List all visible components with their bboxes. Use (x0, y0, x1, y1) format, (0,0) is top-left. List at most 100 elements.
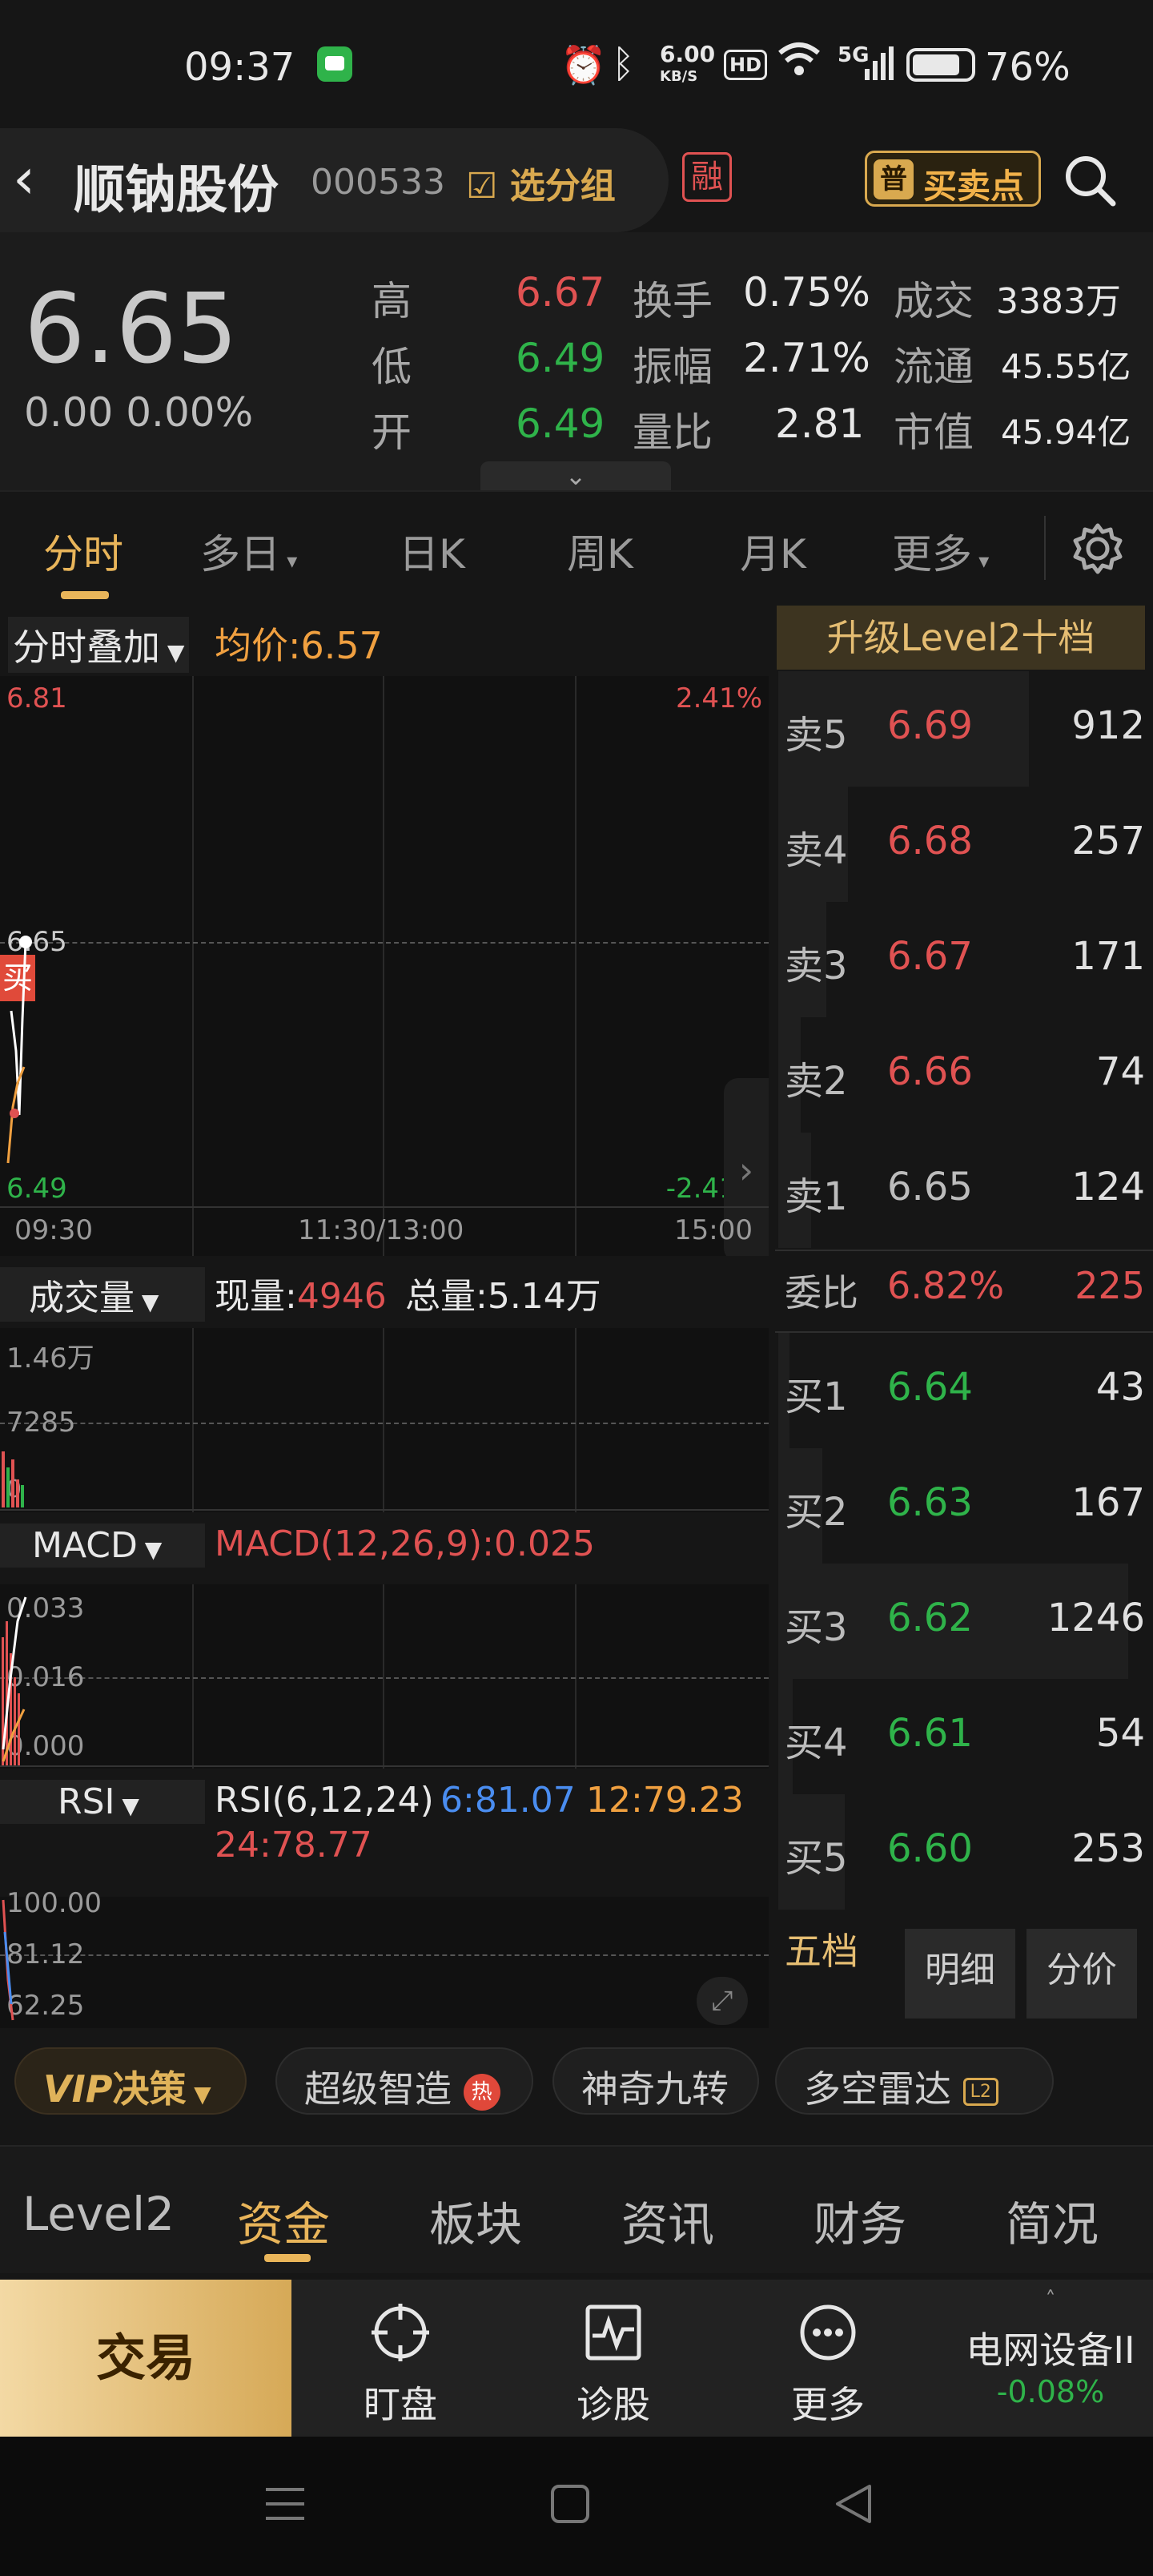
bid-volume: 1246 (1047, 1596, 1145, 1640)
diagnose-button[interactable]: 诊股 (509, 2280, 717, 2437)
bid-row[interactable]: 买5 6.60 253 (775, 1794, 1153, 1910)
rsi-lines (2, 1899, 14, 2021)
volume-indicator-selector[interactable]: 成交量 ▼ (0, 1267, 205, 1322)
bid-volume: 167 (1071, 1480, 1145, 1525)
fullscreen-icon[interactable]: ⤢ (697, 1977, 748, 2025)
home-icon[interactable] (549, 2483, 591, 2528)
buysell-point-button[interactable]: 普 买卖点 (865, 151, 1041, 207)
volume-ratio-label: 量比 (633, 409, 713, 456)
sector-change: -0.08% (996, 2374, 1105, 2409)
overlay-selector[interactable]: 分时叠加 ▼ (8, 617, 190, 673)
sector-name: 电网设备II (966, 2328, 1135, 2372)
rsi-indicator-selector[interactable]: RSI ▼ (0, 1780, 205, 1824)
commission-ratio-pct: 6.82% (887, 1264, 1005, 1307)
vip-decision-button[interactable]: VIP决策 ▼ (14, 2047, 247, 2115)
ask-level-label: 卖5 (785, 713, 848, 758)
select-group-button[interactable]: ☑ 选分组 (466, 157, 616, 208)
message-app-icon (317, 46, 352, 82)
ask-row[interactable]: 卖4 6.68 257 (775, 787, 1153, 902)
expand-chevron-icon[interactable]: ⌄ (480, 461, 671, 490)
tab-weekly-k[interactable]: 周K (567, 522, 633, 580)
commission-ratio-label: 委比 (785, 1271, 858, 1314)
current-volume: 现量:4946 (215, 1276, 387, 1317)
search-icon[interactable] (1062, 152, 1118, 211)
long-short-radar-chip[interactable]: 多空雷达 L2 (775, 2047, 1054, 2115)
total-volume: 总量:5.14万 (405, 1276, 601, 1317)
bid-row[interactable]: 买4 6.61 54 (775, 1679, 1153, 1794)
tab-price-distribution[interactable]: 分价 (1026, 1929, 1137, 2019)
battery-level: 76% (985, 45, 1071, 90)
back-nav-icon[interactable] (833, 2483, 874, 2528)
volume-y-top: 1.46万 (6, 1342, 94, 1375)
more-button[interactable]: 更多 (724, 2280, 932, 2437)
back-icon[interactable]: ‹ (13, 146, 35, 211)
float-value: 45.55亿 (1001, 347, 1131, 386)
bid-row[interactable]: 买1 6.64 43 (775, 1333, 1153, 1448)
stock-code: 000533 (311, 162, 445, 203)
ask-level-label: 卖3 (785, 944, 848, 988)
price-change: 0.00 0.00% (24, 389, 254, 436)
volume-ratio-value: 2.81 (775, 400, 865, 447)
ask-row[interactable]: 卖3 6.67 171 (775, 902, 1153, 1017)
tab-intraday[interactable]: 分时 (43, 522, 123, 580)
ask-row[interactable]: 卖1 6.65 124 (775, 1133, 1153, 1248)
hd-badge: HD (724, 50, 768, 80)
high-value: 6.67 (516, 269, 605, 316)
tab-five-level[interactable]: 五档 (785, 1922, 858, 1975)
tab-news[interactable]: 资讯 (621, 2187, 714, 2254)
ask-row[interactable]: 卖2 6.66 74 (775, 1017, 1153, 1133)
tab-monthly-k[interactable]: 月K (740, 522, 806, 580)
bid-rows: 买1 6.64 43 买2 6.63 167 买3 6.62 1246 买4 6.61 54 买5 6.6… (775, 1333, 1153, 1910)
ask-price: 6.65 (887, 1165, 973, 1210)
feature-chips: VIP决策 ▼ 超级智造 热 神奇九转 多空雷达 L2 (0, 2028, 1153, 2145)
ask-price: 6.69 (887, 703, 973, 748)
super-manufacturing-chip[interactable]: 超级智造 热 (275, 2047, 533, 2115)
tab-detail[interactable]: 明细 (905, 1929, 1015, 2019)
watch-button[interactable]: 盯盘 (296, 2280, 504, 2437)
bid-row[interactable]: 买2 6.63 167 (775, 1448, 1153, 1564)
tab-daily-k[interactable]: 日K (399, 522, 465, 580)
amplitude-value: 2.71% (743, 335, 870, 381)
sector-quote-button[interactable]: ˄ 电网设备II -0.08% (948, 2280, 1153, 2437)
bid-level-label: 买1 (785, 1375, 848, 1419)
bid-level-label: 买3 (785, 1605, 848, 1650)
settings-gear-icon[interactable] (1070, 521, 1126, 580)
deal-value: 3383万 (996, 281, 1121, 322)
macd-indicator-selector[interactable]: MACD ▼ (0, 1523, 205, 1568)
bid-price: 6.61 (887, 1711, 973, 1756)
ask-rows: 卖5 6.69 912 卖4 6.68 257 卖3 6.67 171 卖2 6.66 74 卖1 6.6… (775, 671, 1153, 1248)
low-value: 6.49 (516, 335, 605, 381)
bid-row[interactable]: 买3 6.62 1246 (775, 1564, 1153, 1679)
margin-trading-badge[interactable]: 融 (682, 152, 732, 202)
tab-sector[interactable]: 板块 (429, 2187, 522, 2254)
bid-volume: 253 (1071, 1826, 1145, 1871)
chevron-up-icon: ˄ (1045, 2288, 1056, 2312)
trade-button[interactable]: 交易 (0, 2280, 291, 2437)
tab-overview[interactable]: 简况 (1006, 2187, 1099, 2254)
bid-price: 6.60 (887, 1826, 973, 1871)
magic-nine-turns-chip[interactable]: 神奇九转 (552, 2047, 759, 2115)
wifi-icon (777, 40, 822, 89)
alarm-icon: ⏰ (560, 43, 607, 87)
menu-icon[interactable] (264, 2483, 306, 2528)
turnover-value: 0.75% (743, 269, 870, 316)
tab-level2[interactable]: Level2 (22, 2187, 175, 2241)
tab-more[interactable]: 更多 ▾ (892, 522, 989, 580)
tab-multi-day[interactable]: 多日 ▾ (200, 522, 297, 580)
float-label: 流通 (894, 344, 974, 390)
ask-level-label: 卖2 (785, 1059, 848, 1104)
price-line-svg (6, 936, 32, 1164)
ask-price: 6.67 (887, 934, 973, 979)
upgrade-level2-button[interactable]: 升级Level2十档 (777, 606, 1145, 670)
quote-panel: 6.65 0.00 0.00% 高 6.67 低 6.49 开 6.49 换手 … (0, 232, 1153, 490)
tab-capital[interactable]: 资金 (237, 2187, 330, 2254)
bid-level-label: 买4 (785, 1721, 848, 1765)
rsi12-value: 12:79.23 (586, 1780, 744, 1821)
crosshair-icon (368, 2302, 432, 2366)
ask-row[interactable]: 卖5 6.69 912 (775, 671, 1153, 787)
market-cap-label: 市值 (894, 409, 974, 456)
tab-finance[interactable]: 财务 (814, 2187, 906, 2254)
average-price: 均价:6.57 (215, 624, 383, 667)
intraday-chart-area[interactable]: 分时叠加 ▼ 均价:6.57 6.81 2.41% 6.65 6.49 -2.4… (0, 602, 769, 2028)
y-max-pct-label: 2.41% (675, 682, 762, 714)
